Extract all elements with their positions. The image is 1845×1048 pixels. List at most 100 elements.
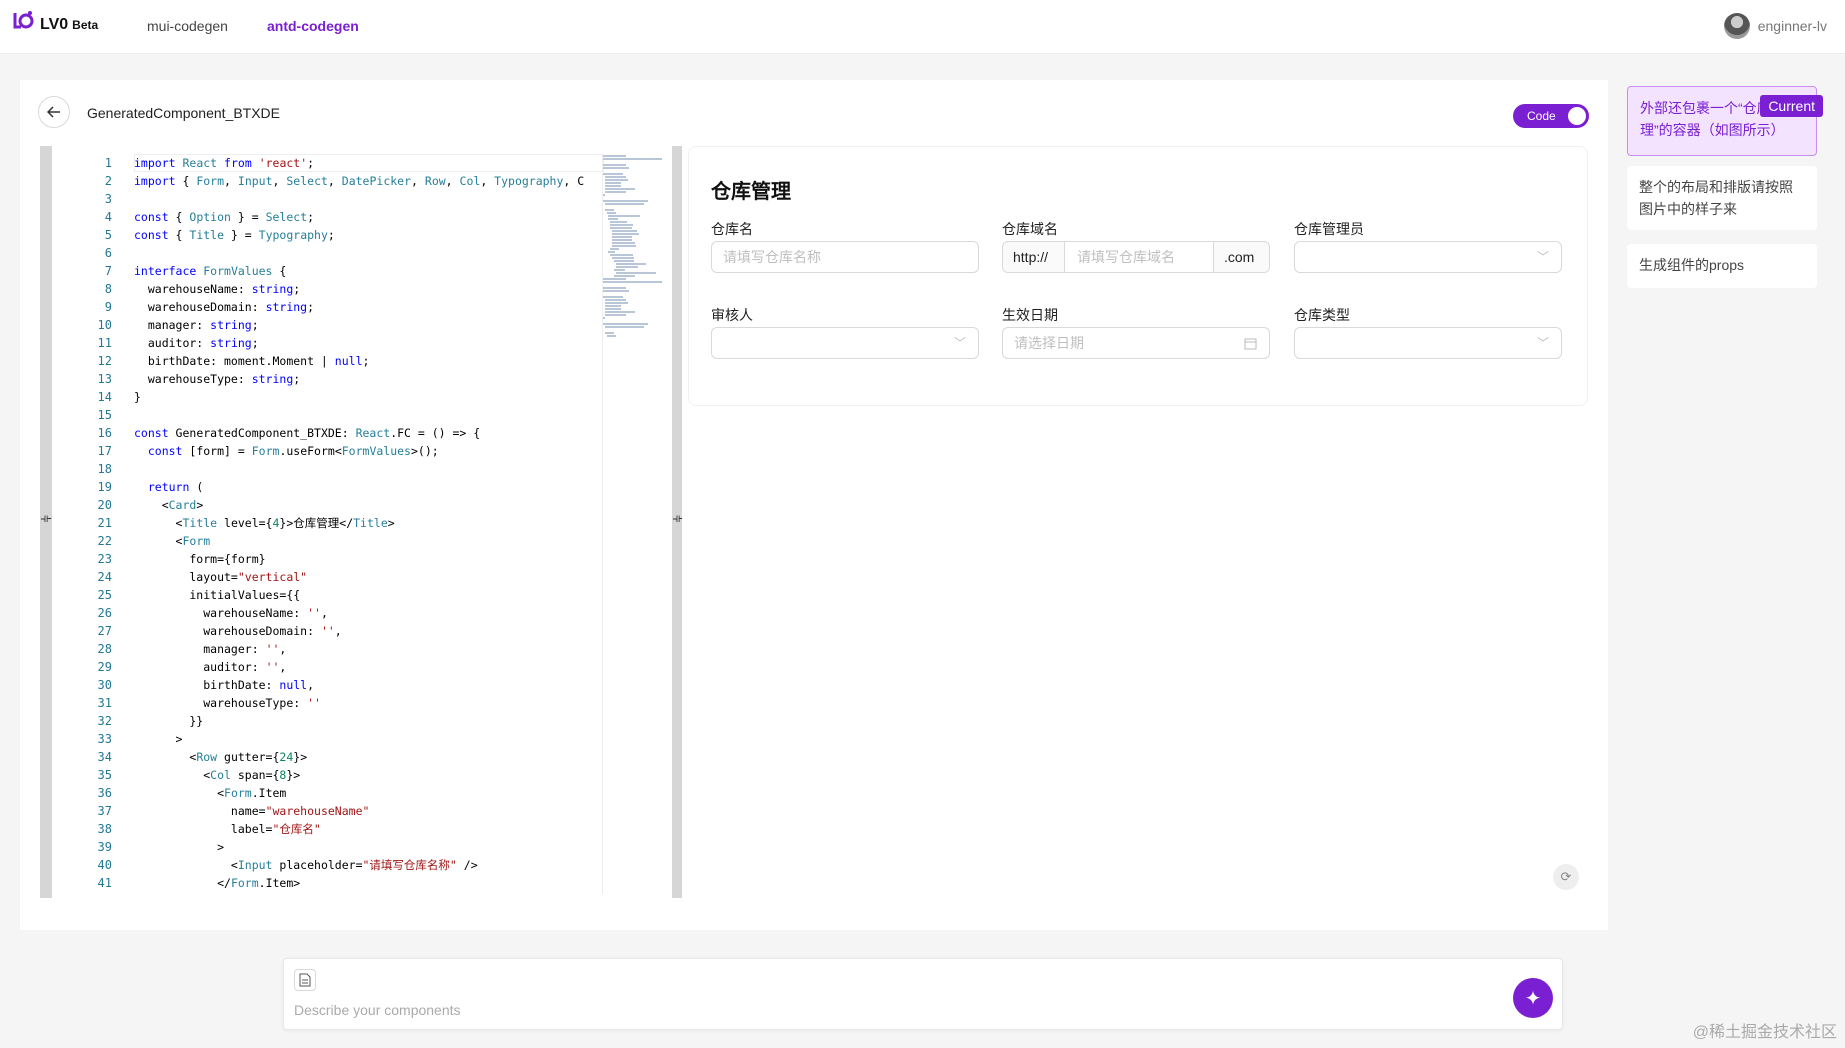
code-line: const [form] = Form.useForm<FormValues>(… [147,444,439,458]
code-line: auditor: string; [134,336,259,350]
warehouse-name-input[interactable]: 请填写仓库名称 [711,241,979,273]
attach-file-button[interactable] [294,969,316,991]
minimap-line [606,212,616,214]
effective-date-placeholder: 请选择日期 [1014,335,1084,351]
minimap-line [612,257,634,259]
minimap-line [610,248,620,250]
minimap-line [603,320,605,322]
warehouse-type-select[interactable]: ﹀ [1294,327,1562,359]
history-item[interactable]: 整个的布局和排版请按照图片中的样子来 [1627,166,1817,230]
history-item[interactable]: 生成组件的props [1627,244,1817,288]
minimap-line [615,263,647,265]
minimap-line [606,335,616,337]
label-warehouse-type: 仓库类型 [1294,307,1350,323]
component-preview: 仓库管理 仓库名 请填写仓库名称 仓库域名 http:// 请填写仓库域名 .c… [688,146,1588,406]
line-number: 23 [97,552,112,566]
magic-wand-button[interactable]: ✦ [1513,978,1553,1018]
minimap-line [604,203,645,205]
describe-input[interactable] [294,999,1474,1021]
code-content[interactable]: import React from 'react'; import { Form,… [134,154,604,892]
line-number: 20 [97,498,112,512]
line-number: 38 [97,822,112,836]
minimap-line [608,215,640,217]
line-number: 18 [97,462,112,476]
code-line: <Input placeholder="请填写仓库名称" /> [134,858,478,872]
chevron-down-icon: ﹀ [953,336,966,350]
line-number: 31 [97,696,112,710]
code-line: const GeneratedComponent_BTXDE: React.FC… [134,426,481,440]
effective-date-picker[interactable]: 请选择日期 [1002,327,1270,359]
calendar-icon [1244,338,1257,350]
minimap-line [604,326,645,328]
code-line: label="仓库名" [134,822,321,836]
right-splitter[interactable]: ⟛ [672,146,682,898]
minimap-line [603,167,630,169]
line-number: 28 [97,642,112,656]
code-line: > [134,840,225,854]
user-menu[interactable]: enginner-lv [1723,13,1827,39]
minimap-line [603,323,648,325]
code-line: }} [134,714,204,728]
code-line: interface FormValues { [134,264,287,278]
line-number: 37 [97,804,112,818]
back-button[interactable] [38,96,70,128]
left-split-handle-icon[interactable]: ⟛ [40,511,52,526]
prompt-box: ✦ [283,958,1563,1030]
line-number: 41 [97,876,112,890]
minimap-line [603,206,605,208]
warehouse-domain-input[interactable]: http:// 请填写仓库域名 .com [1002,241,1270,273]
manager-select[interactable]: ﹀ [1294,241,1562,273]
code-line: name="warehouseName" [134,804,370,818]
label-warehouse-name: 仓库名 [711,221,753,237]
line-number: 4 [104,210,112,224]
code-line: return ( [147,480,204,494]
line-number: 22 [97,534,112,548]
minimap-line [610,227,632,229]
code-toggle[interactable]: Code [1513,104,1589,128]
minimap-line [612,230,638,232]
line-number: 24 [97,570,112,584]
minimap-line [613,269,626,271]
refresh-icon[interactable]: ⟳ [1553,864,1579,890]
line-number: 15 [97,408,112,422]
code-editor[interactable]: ⟛ 1 2 3 4 5 6 7 8 9 10 11 12 13 14 15 16 17 18 19 20 21 22 23 2… [40,146,682,898]
code-line: birthDate: moment.Moment | null; [134,354,370,368]
minimap-line [603,164,627,166]
minimap-line [603,278,627,280]
auditor-select[interactable]: ﹀ [711,327,979,359]
history-item-text: 生成组件的props [1639,257,1745,273]
line-number: 2 [104,174,112,188]
code-line: warehouseDomain: string; [134,300,315,314]
minimap-line [615,272,657,274]
label-warehouse-domain: 仓库域名 [1002,221,1058,237]
nav-antd-codegen[interactable]: antd-codegen [267,18,359,34]
minimap-line [604,311,636,313]
toggle-knob [1568,107,1586,125]
history-item-current[interactable]: 外部还包裹一个“仓库管理”的容器（如图所示） Current [1627,86,1823,156]
code-line: auditor: '', [134,660,287,674]
label-manager: 仓库管理员 [1294,221,1364,237]
minimap-line [603,329,605,331]
history-item-text: 整个的布局和排版请按照图片中的样子来 [1639,179,1793,217]
left-splitter[interactable]: ⟛ [40,146,52,898]
brand[interactable]: LV0 Beta [40,16,98,34]
line-number: 17 [97,444,112,458]
minimap-line [612,242,636,244]
minimap-line [612,236,632,238]
minimap-line [603,290,630,292]
nav-mui-codegen[interactable]: mui-codegen [147,18,228,34]
component-name: GeneratedComponent_BTXDE [87,105,280,121]
label-auditor: 审核人 [711,307,753,323]
minimap-line [610,221,628,223]
code-toggle-label: Code [1527,109,1556,123]
right-split-handle-icon[interactable]: ⟛ [672,511,682,526]
avatar [1723,13,1750,39]
minimap[interactable] [602,154,670,894]
code-line: } [134,390,141,404]
line-number: 32 [97,714,112,728]
minimap-line [603,158,662,160]
minimap-line [608,218,619,220]
minimap-line [604,308,621,310]
domain-prefix: http:// [1003,242,1065,272]
code-line: </Form.Item> [134,876,301,890]
